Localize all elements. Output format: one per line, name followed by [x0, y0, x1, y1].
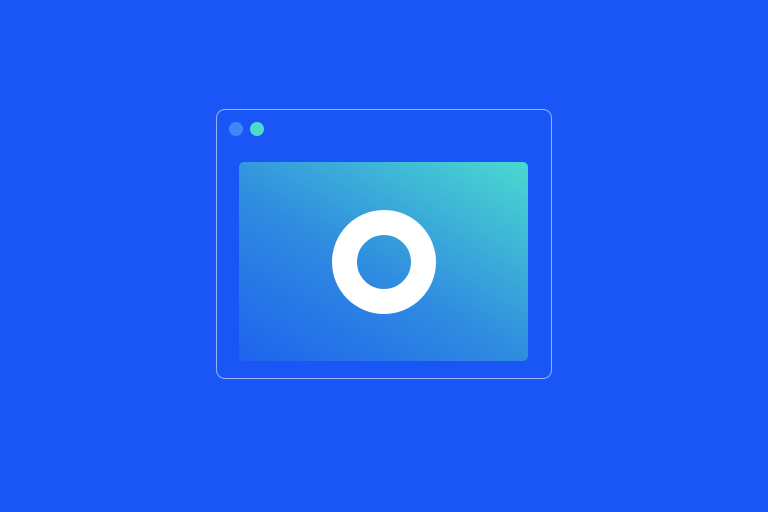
browser-window-frame [216, 109, 552, 379]
ring-circle-icon [331, 209, 436, 314]
canvas-background [0, 0, 768, 512]
content-panel [239, 162, 528, 361]
window-control-dot-icon[interactable] [250, 122, 264, 136]
window-control-dot-icon[interactable] [229, 122, 243, 136]
